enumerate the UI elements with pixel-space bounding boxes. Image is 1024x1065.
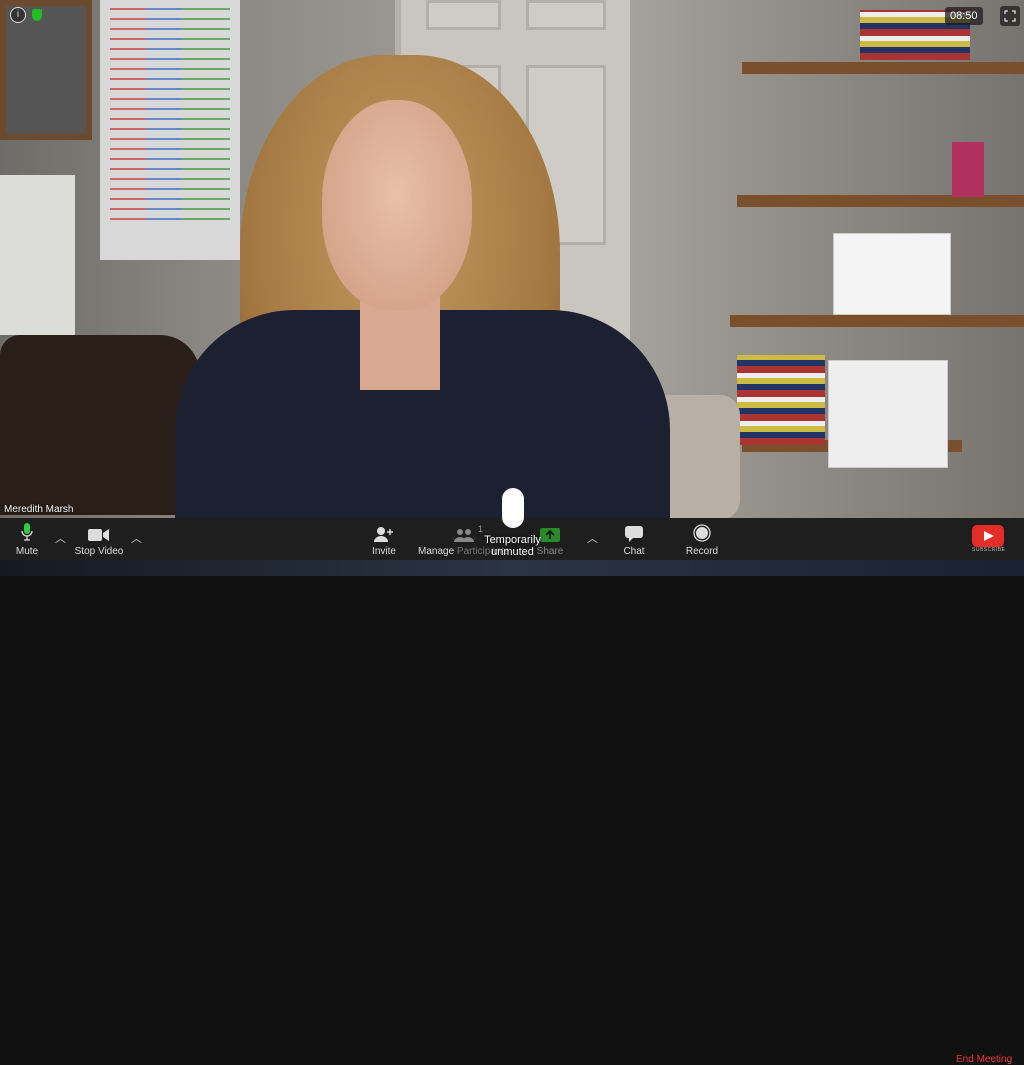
- participant-name-label: Meredith Marsh: [4, 504, 74, 515]
- video-bottom-strip: [0, 560, 1024, 576]
- microphone-icon: [501, 488, 524, 528]
- mute-button[interactable]: Mute: [10, 518, 44, 560]
- end-meeting-button[interactable]: End Meeting: [956, 1054, 1012, 1065]
- wall-poster: [0, 175, 75, 335]
- shelf: [730, 315, 1024, 327]
- meeting-timer: 08:50: [945, 7, 983, 25]
- subscribe-label: SUBSCRIBE: [972, 547, 1006, 553]
- microphone-icon: [21, 523, 33, 541]
- info-icon[interactable]: i: [10, 7, 26, 23]
- chair: [0, 335, 200, 515]
- storage-box: [828, 360, 948, 468]
- shelf: [742, 62, 1024, 74]
- wall-calendar: [100, 0, 240, 260]
- shield-icon[interactable]: [32, 9, 42, 21]
- record-icon: [693, 524, 711, 542]
- fullscreen-button[interactable]: [1000, 6, 1020, 26]
- person-face: [322, 100, 472, 310]
- video-camera-icon: [88, 529, 109, 541]
- audio-options-chevron-up-icon[interactable]: ︿: [55, 530, 66, 546]
- share-options-chevron-up-icon[interactable]: ︿: [587, 530, 598, 546]
- books: [737, 355, 825, 445]
- record-button[interactable]: Record: [684, 518, 720, 560]
- fullscreen-icon: [1004, 10, 1016, 22]
- add-user-icon: [374, 527, 393, 542]
- temporarily-unmuted-indicator: Temporarily unmuted: [470, 488, 555, 558]
- photo-frame: [833, 233, 951, 315]
- stop-video-button[interactable]: Stop Video: [70, 518, 128, 560]
- video-options-chevron-up-icon[interactable]: ︿: [131, 530, 142, 546]
- chat-bubble-icon: [625, 526, 643, 542]
- candle: [952, 142, 984, 197]
- invite-button[interactable]: Invite: [368, 518, 400, 560]
- youtube-play-icon[interactable]: [972, 525, 1004, 547]
- chat-button[interactable]: Chat: [620, 518, 648, 560]
